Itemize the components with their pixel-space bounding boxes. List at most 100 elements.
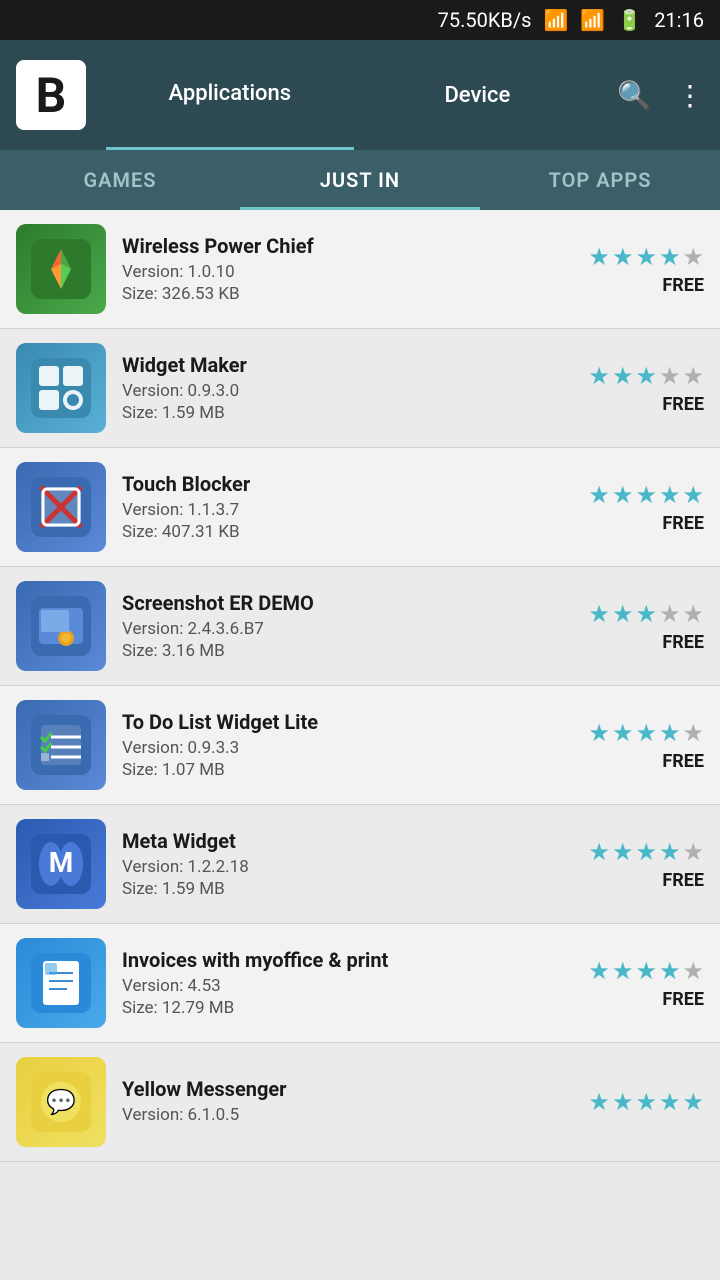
app-rating: ★★★★★ FREE [588,362,704,415]
app-size: Size: 407.31 KB [122,522,572,542]
star-3: ★ [635,838,657,866]
app-icon [16,224,106,314]
app-name: Screenshot ER DEMO [122,591,572,615]
app-name: Touch Blocker [122,472,572,496]
sub-tab-just-in[interactable]: JUST IN [240,150,480,210]
star-5: ★ [682,957,704,985]
logo-letter: B [36,67,67,124]
more-options-icon[interactable]: ⋮ [676,79,704,112]
tab-device[interactable]: Device [354,40,602,150]
star-rating: ★★★★★ [588,600,704,628]
star-5: ★ [682,838,704,866]
star-5: ★ [682,481,704,509]
app-version: Version: 4.53 [122,976,572,996]
star-rating: ★★★★★ [588,481,704,509]
app-icon [16,938,106,1028]
app-icon: 💬 [16,1057,106,1147]
star-3: ★ [635,600,657,628]
star-5: ★ [682,1088,704,1116]
star-4: ★ [659,838,681,866]
sub-tab-bar: GAMES JUST IN TOP APPS [0,150,720,210]
svg-text:💬: 💬 [46,1088,76,1116]
star-4: ★ [659,719,681,747]
time-display: 21:16 [654,8,704,32]
app-name: Widget Maker [122,353,572,377]
app-size: Size: 326.53 KB [122,284,572,304]
star-1: ★ [588,719,610,747]
star-rating: ★★★★★ [588,957,704,985]
list-item[interactable]: 💬 Yellow Messenger Version: 6.1.0.5 ★★★★… [0,1043,720,1162]
star-3: ★ [635,243,657,271]
app-price: FREE [662,632,704,653]
star-5: ★ [682,362,704,390]
app-version: Version: 6.1.0.5 [122,1105,572,1125]
sub-tab-top-apps-label: TOP APPS [549,168,652,192]
network-speed: 75.50KB/s [438,8,532,32]
star-rating: ★★★★★ [588,243,704,271]
app-rating: ★★★★★ FREE [588,957,704,1010]
star-1: ★ [588,243,610,271]
app-header: B Applications Device 🔍 ⋮ [0,40,720,150]
search-icon[interactable]: 🔍 [617,79,652,112]
star-3: ★ [635,719,657,747]
app-icon [16,581,106,671]
app-price: FREE [662,275,704,296]
star-3: ★ [635,957,657,985]
star-rating: ★★★★★ [588,1088,704,1116]
star-1: ★ [588,957,610,985]
star-3: ★ [635,1088,657,1116]
tab-applications-label: Applications [168,81,291,106]
sub-tab-top-apps[interactable]: TOP APPS [480,150,720,210]
star-2: ★ [612,1088,634,1116]
star-5: ★ [682,719,704,747]
app-price: FREE [662,989,704,1010]
app-rating: ★★★★★ FREE [588,481,704,534]
app-price: FREE [662,751,704,772]
app-price: FREE [662,513,704,534]
list-item[interactable]: To Do List Widget Lite Version: 0.9.3.3 … [0,686,720,805]
star-2: ★ [612,481,634,509]
app-info: Screenshot ER DEMO Version: 2.4.3.6.B7 S… [122,591,572,661]
app-info: Meta Widget Version: 1.2.2.18 Size: 1.59… [122,829,572,899]
status-bar: 75.50KB/s 📶 📶 🔋 21:16 [0,0,720,40]
app-size: Size: 12.79 MB [122,998,572,1018]
list-item[interactable]: Touch Blocker Version: 1.1.3.7 Size: 407… [0,448,720,567]
star-1: ★ [588,838,610,866]
star-1: ★ [588,600,610,628]
star-5: ★ [682,243,704,271]
list-item[interactable]: M Meta Widget Version: 1.2.2.18 Size: 1.… [0,805,720,924]
star-2: ★ [612,719,634,747]
svg-text:M: M [49,846,74,879]
list-item[interactable]: Widget Maker Version: 0.9.3.0 Size: 1.59… [0,329,720,448]
list-item[interactable]: Invoices with myoffice & print Version: … [0,924,720,1043]
header-nav: Applications Device [106,40,601,150]
star-rating: ★★★★★ [588,719,704,747]
app-version: Version: 2.4.3.6.B7 [122,619,572,639]
app-icon [16,343,106,433]
app-price: FREE [662,394,704,415]
star-1: ★ [588,362,610,390]
list-item[interactable]: Screenshot ER DEMO Version: 2.4.3.6.B7 S… [0,567,720,686]
star-4: ★ [659,362,681,390]
app-version: Version: 0.9.3.0 [122,381,572,401]
app-rating: ★★★★★ FREE [588,600,704,653]
app-size: Size: 1.59 MB [122,403,572,423]
sub-tab-games[interactable]: GAMES [0,150,240,210]
signal-icon: 📶 [580,8,605,32]
star-3: ★ [635,362,657,390]
app-version: Version: 1.2.2.18 [122,857,572,877]
star-2: ★ [612,362,634,390]
star-4: ★ [659,957,681,985]
tab-applications[interactable]: Applications [106,40,354,150]
sub-tab-games-label: GAMES [84,168,157,192]
list-item[interactable]: Wireless Power Chief Version: 1.0.10 Siz… [0,210,720,329]
app-size: Size: 1.07 MB [122,760,572,780]
star-3: ★ [635,481,657,509]
app-info: Widget Maker Version: 0.9.3.0 Size: 1.59… [122,353,572,423]
app-name: Yellow Messenger [122,1077,572,1101]
app-version: Version: 1.0.10 [122,262,572,282]
app-info: To Do List Widget Lite Version: 0.9.3.3 … [122,710,572,780]
star-2: ★ [612,957,634,985]
star-4: ★ [659,600,681,628]
star-rating: ★★★★★ [588,362,704,390]
